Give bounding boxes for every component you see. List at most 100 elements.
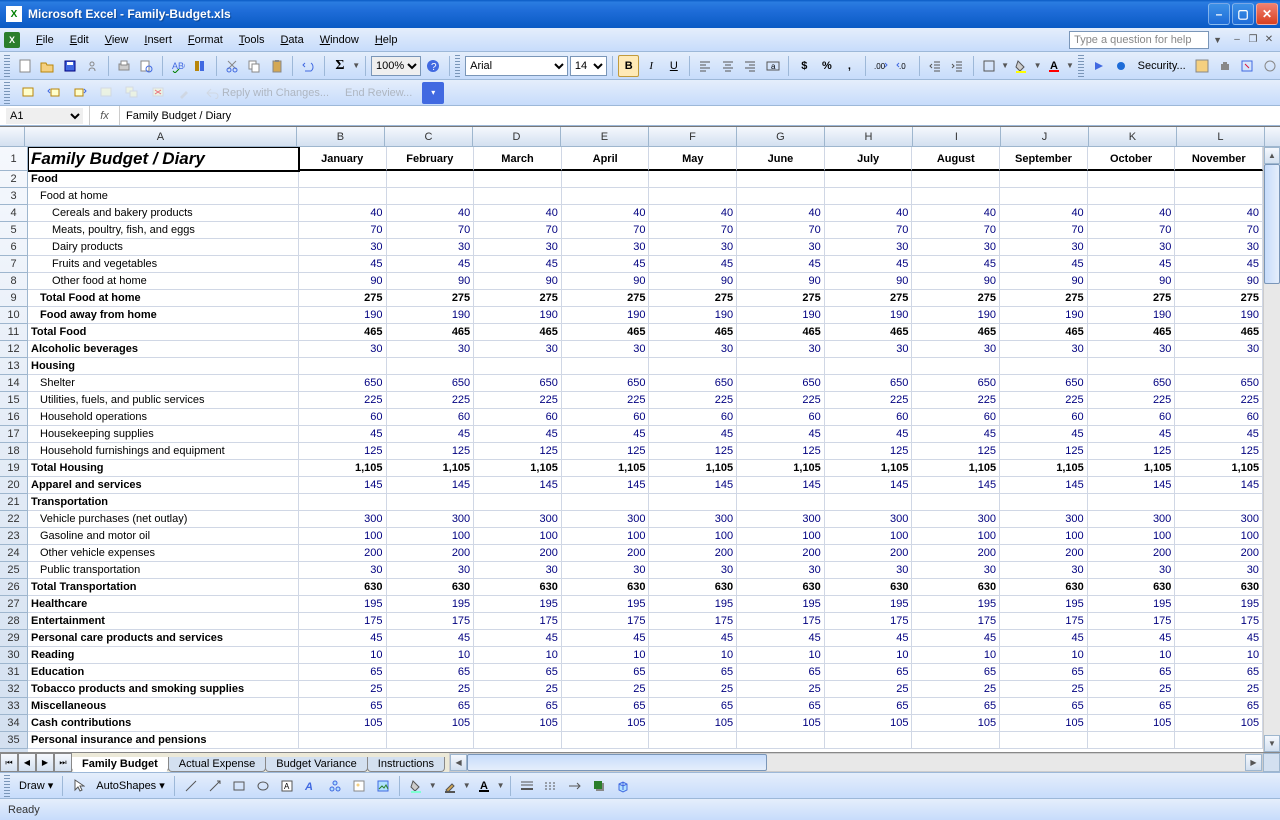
cell-B11[interactable]: 465 [299,324,387,341]
cell-C29[interactable]: 45 [387,630,475,647]
cell-E33[interactable]: 65 [562,698,650,715]
menu-window[interactable]: Window [312,31,367,49]
cell-A26[interactable]: Total Transportation [28,579,299,596]
row-header-7[interactable]: 7 [0,256,28,273]
cell-J24[interactable]: 200 [1000,545,1088,562]
copy-button[interactable] [244,55,265,77]
cell-K24[interactable]: 200 [1088,545,1176,562]
prev-sheet-button[interactable]: ◀ [18,753,36,772]
cell-K1[interactable]: October [1088,147,1176,171]
cell-K6[interactable]: 30 [1088,239,1176,256]
cell-H6[interactable]: 30 [825,239,913,256]
design-mode-button[interactable] [1237,55,1258,77]
wordart-button[interactable]: A [300,775,322,797]
cell-J7[interactable]: 45 [1000,256,1088,273]
cell-C34[interactable]: 105 [387,715,475,732]
cell-L27[interactable]: 195 [1175,596,1263,613]
cell-B1[interactable]: January [299,147,387,171]
permission-button[interactable] [82,55,103,77]
cell-C18[interactable]: 125 [387,443,475,460]
currency-button[interactable]: $ [794,55,815,77]
cell-D8[interactable]: 90 [474,273,562,290]
cell-E8[interactable]: 90 [562,273,650,290]
cell-K16[interactable]: 60 [1088,409,1176,426]
row-header-1[interactable]: 1 [0,147,28,171]
cell-D1[interactable]: March [474,147,562,171]
cell-K17[interactable]: 45 [1088,426,1176,443]
stop-macro-button[interactable] [1111,55,1132,77]
scroll-left-button[interactable]: ◀ [450,754,467,771]
cell-I8[interactable]: 90 [912,273,1000,290]
cell-H35[interactable] [825,732,913,749]
cell-G20[interactable]: 145 [737,477,825,494]
cell-I20[interactable]: 145 [912,477,1000,494]
cell-C4[interactable]: 40 [387,205,475,222]
cell-J26[interactable]: 630 [1000,579,1088,596]
cell-J35[interactable] [1000,732,1088,749]
cell-A15[interactable]: Utilities, fuels, and public services [28,392,299,409]
cell-H17[interactable]: 45 [825,426,913,443]
cell-E24[interactable]: 200 [562,545,650,562]
cell-K25[interactable]: 30 [1088,562,1176,579]
cell-F29[interactable]: 45 [649,630,737,647]
cell-A7[interactable]: Fruits and vegetables [28,256,299,273]
cell-C25[interactable]: 30 [387,562,475,579]
cell-F4[interactable]: 40 [649,205,737,222]
col-header-I[interactable]: I [913,127,1001,146]
cell-K7[interactable]: 45 [1088,256,1176,273]
row-header-2[interactable]: 2 [0,171,28,188]
doc-close-button[interactable]: ✕ [1262,33,1276,47]
cell-C30[interactable]: 10 [387,647,475,664]
cell-C22[interactable]: 300 [387,511,475,528]
cell-K32[interactable]: 25 [1088,681,1176,698]
cell-E9[interactable]: 275 [562,290,650,307]
cell-J21[interactable] [1000,494,1088,511]
cell-H8[interactable]: 90 [825,273,913,290]
cell-L7[interactable]: 45 [1175,256,1263,273]
cell-A12[interactable]: Alcoholic beverages [28,341,299,358]
cell-I18[interactable]: 125 [912,443,1000,460]
cell-L24[interactable]: 200 [1175,545,1263,562]
cell-B18[interactable]: 125 [299,443,387,460]
cell-G9[interactable]: 275 [737,290,825,307]
cell-G30[interactable]: 10 [737,647,825,664]
merge-center-button[interactable]: a [763,55,784,77]
cell-C23[interactable]: 100 [387,528,475,545]
cell-L10[interactable]: 190 [1175,307,1263,324]
doc-restore-button[interactable]: ❐ [1246,33,1260,47]
cell-I24[interactable]: 200 [912,545,1000,562]
cell-B5[interactable]: 70 [299,222,387,239]
cell-E1[interactable]: April [562,147,650,171]
select-objects-button[interactable] [68,775,90,797]
cell-I19[interactable]: 1,105 [912,460,1000,477]
cell-I22[interactable]: 300 [912,511,1000,528]
comma-button[interactable]: , [839,55,860,77]
cell-F12[interactable]: 30 [649,341,737,358]
cell-I15[interactable]: 225 [912,392,1000,409]
cell-A11[interactable]: Total Food [28,324,299,341]
cell-F16[interactable]: 60 [649,409,737,426]
cell-E19[interactable]: 1,105 [562,460,650,477]
cell-A25[interactable]: Public transportation [28,562,299,579]
cell-K9[interactable]: 275 [1088,290,1176,307]
cell-F23[interactable]: 100 [649,528,737,545]
row-header-34[interactable]: 34 [0,715,28,732]
cell-F2[interactable] [649,171,737,188]
row-header-14[interactable]: 14 [0,375,28,392]
scroll-right-button[interactable]: ▶ [1245,754,1262,771]
cell-E2[interactable] [562,171,650,188]
new-button[interactable] [15,55,36,77]
cell-B26[interactable]: 630 [299,579,387,596]
cell-G23[interactable]: 100 [737,528,825,545]
toolbar-grip-3[interactable] [1078,55,1084,77]
font-name-select[interactable]: Arial [465,56,568,76]
cell-I5[interactable]: 70 [912,222,1000,239]
cell-A4[interactable]: Cereals and bakery products [28,205,299,222]
cell-C15[interactable]: 225 [387,392,475,409]
paste-button[interactable] [267,55,288,77]
cell-L13[interactable] [1175,358,1263,375]
cell-G18[interactable]: 125 [737,443,825,460]
cell-H18[interactable]: 125 [825,443,913,460]
cell-J8[interactable]: 90 [1000,273,1088,290]
cell-C11[interactable]: 465 [387,324,475,341]
